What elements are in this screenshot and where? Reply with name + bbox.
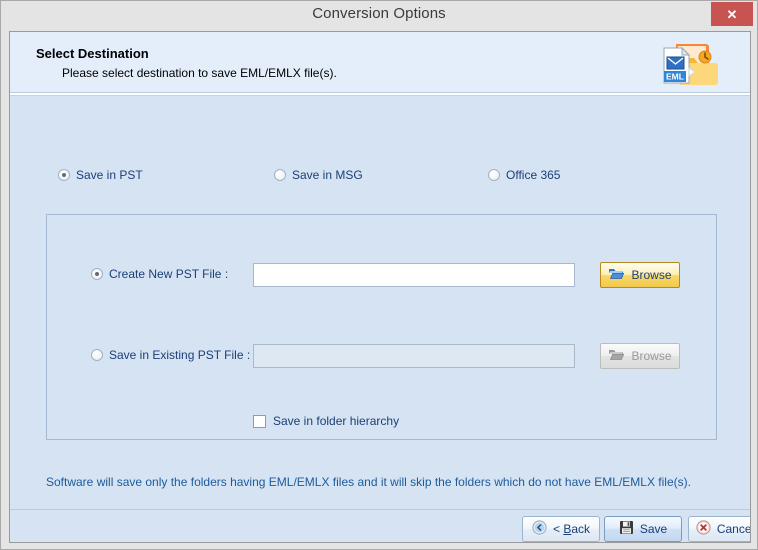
footer-bar: < Back Save Cancel — [10, 510, 751, 542]
radio-label-create-new-pst: Create New PST File : — [109, 267, 229, 281]
close-button[interactable]: ✕ — [711, 2, 753, 26]
save-button[interactable]: Save — [604, 516, 682, 542]
radio-office-365[interactable]: Office 365 — [488, 168, 560, 182]
save-in-folder-hierarchy-checkbox[interactable]: Save in folder hierarchy — [253, 414, 399, 428]
checkbox-label-folder-hierarchy: Save in folder hierarchy — [273, 414, 400, 428]
conversion-options-window: Conversion Options ✕ Select Destination … — [0, 0, 758, 550]
window-title: Conversion Options — [312, 5, 446, 22]
cancel-button-label: Cancel — [716, 522, 751, 536]
existing-pst-input — [253, 344, 575, 368]
radio-save-in-pst[interactable]: Save in PST — [58, 168, 143, 182]
dialog-header: Select Destination Please select destina… — [10, 32, 750, 93]
browse-existing-pst-button: Browse — [600, 343, 680, 369]
radio-indicator-existing-pst[interactable] — [91, 349, 103, 361]
radio-indicator-pst[interactable] — [58, 169, 70, 181]
floppy-disk-icon — [619, 520, 634, 538]
radio-indicator-msg[interactable] — [274, 169, 286, 181]
destination-type-group: Save in PST Save in MSG Office 365 — [10, 168, 750, 188]
title-bar: Conversion Options ✕ — [1, 1, 757, 29]
create-new-pst-input[interactable] — [253, 263, 575, 287]
radio-save-in-existing-pst[interactable]: Save in Existing PST File : — [91, 348, 250, 362]
folder-open-disabled-icon — [608, 348, 625, 364]
svg-text:EML: EML — [666, 72, 684, 82]
chevron-left-icon — [532, 520, 547, 538]
browse-existing-pst-label: Browse — [631, 349, 672, 363]
radio-create-new-pst[interactable]: Create New PST File : — [91, 267, 228, 281]
cancel-x-icon — [696, 520, 711, 538]
header-divider — [10, 93, 750, 96]
eml-to-folder-icon: EML — [660, 38, 720, 90]
radio-indicator-office365[interactable] — [488, 169, 500, 181]
browse-create-new-pst-label: Browse — [631, 268, 672, 282]
dialog-body: Select Destination Please select destina… — [9, 31, 751, 543]
folder-open-icon — [608, 267, 625, 283]
radio-label-save-in-pst: Save in PST — [76, 168, 143, 182]
radio-indicator-create-new-pst[interactable] — [91, 268, 103, 280]
radio-label-save-in-msg: Save in MSG — [292, 168, 363, 182]
create-new-pst-row: Create New PST File : Browse — [47, 262, 718, 289]
save-button-label: Save — [639, 522, 668, 536]
back-button[interactable]: < Back — [522, 516, 600, 542]
close-icon: ✕ — [726, 6, 738, 22]
info-note: Software will save only the folders havi… — [46, 475, 691, 489]
page-title: Select Destination — [36, 46, 149, 61]
back-button-label: < Back — [552, 522, 591, 536]
existing-pst-row: Save in Existing PST File : Browse — [47, 343, 718, 370]
cancel-button[interactable]: Cancel — [688, 516, 751, 542]
radio-label-office-365: Office 365 — [506, 168, 561, 182]
radio-label-save-in-existing-pst: Save in Existing PST File : — [109, 348, 251, 362]
page-subtitle: Please select destination to save EML/EM… — [62, 66, 337, 80]
radio-save-in-msg[interactable]: Save in MSG — [274, 168, 363, 182]
checkbox-indicator-folder-hierarchy[interactable] — [253, 414, 266, 428]
browse-create-new-pst-button[interactable]: Browse — [600, 262, 680, 288]
pst-options-panel: Create New PST File : Browse Save in Exi… — [46, 214, 717, 440]
